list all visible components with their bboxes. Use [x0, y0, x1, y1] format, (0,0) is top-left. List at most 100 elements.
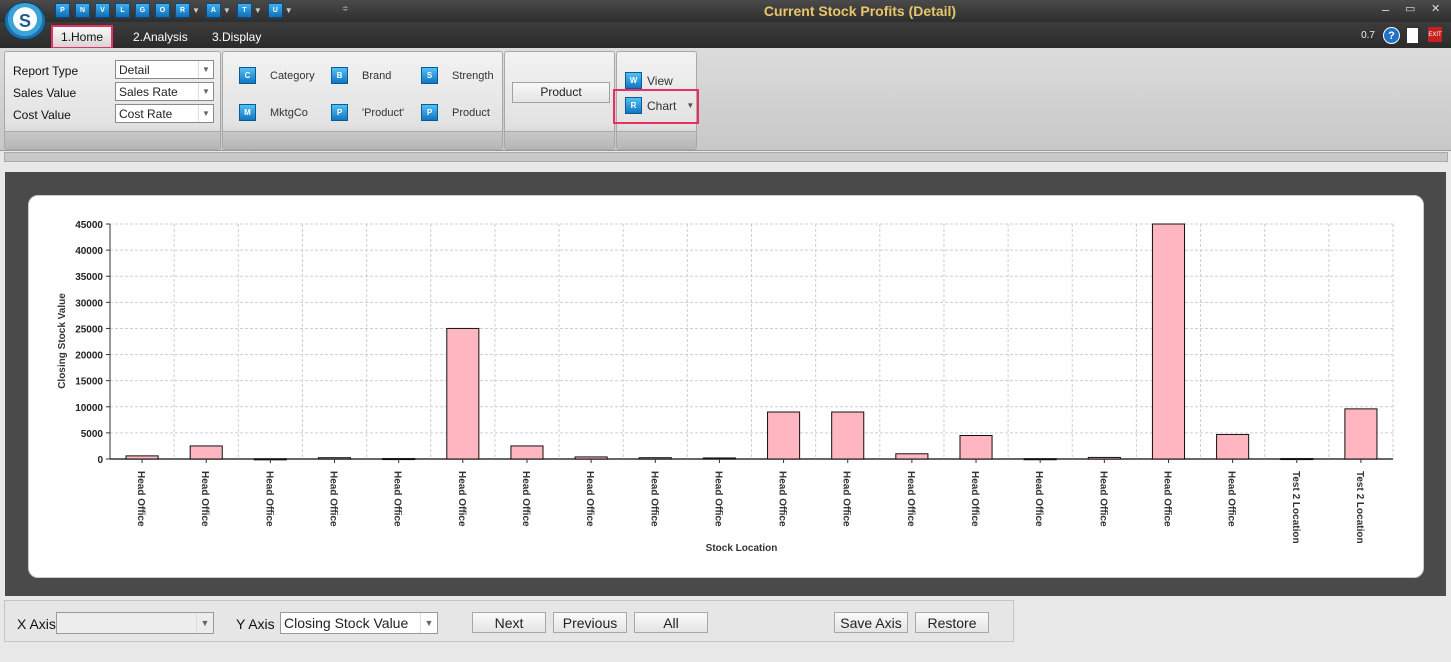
bar-chart: 0 5000 10000 15000 20000 25000 30000 35000 40000… [57, 220, 1394, 554]
product-icon: P [421, 104, 438, 121]
chart-label: Chart [647, 98, 677, 113]
report-type-select[interactable]: Detail ▼ [115, 60, 214, 79]
x-tick-label: Head Office [1097, 471, 1108, 527]
bar [189, 445, 223, 460]
x-tick-label: Head Office [328, 471, 339, 527]
bar [638, 457, 672, 460]
y-tick-label: 40000 [75, 246, 103, 257]
app-logo[interactable]: S [4, 2, 46, 40]
sales-value-value: Sales Rate [119, 85, 178, 99]
logo-letter: S [18, 10, 31, 31]
sales-value-label: Sales Value [13, 86, 77, 100]
view-button[interactable]: W View [625, 72, 673, 89]
close-button[interactable]: ✕ [1431, 2, 1440, 15]
product-group-label: Product [452, 106, 490, 119]
restore-button[interactable]: ▭ [1405, 2, 1415, 15]
chevron-down-icon: ▼ [196, 613, 213, 633]
y-tick-label: 10000 [75, 403, 103, 414]
x-tick-label: Head Office [392, 471, 403, 527]
x-tick-label: Head Office [456, 471, 467, 527]
y-axis-title: Closing Stock Value [57, 293, 68, 389]
mktgco-label: MktgCo [270, 106, 308, 119]
report-type-label: Report Type [13, 64, 79, 78]
bar [574, 456, 608, 460]
y-axis-select[interactable]: Closing Stock Value ▼ [280, 612, 438, 634]
chevron-down-icon: ▼ [198, 105, 213, 122]
x-tick-label: Head Office [199, 471, 210, 527]
grouping-group: C Category B Brand S Strength M MktgCo P 'Pro… [222, 51, 503, 150]
chevron-down-icon: ▼ [198, 61, 213, 78]
save-axis-button[interactable]: Save Axis [834, 612, 908, 633]
y-tick-label: 0 [97, 455, 103, 466]
y-tick-label: 5000 [81, 429, 104, 440]
next-button[interactable]: Next [472, 612, 546, 633]
previous-button[interactable]: Previous [553, 612, 627, 633]
y-tick-label: 45000 [75, 220, 103, 231]
tab-display[interactable]: 3.Display [204, 27, 269, 47]
view-label: View [647, 73, 673, 88]
window-title: Current Stock Profits (Detail) [763, 3, 957, 19]
x-tick-label: Head Office [1161, 471, 1172, 527]
product-quoted-button[interactable]: P 'Product' [331, 104, 404, 121]
y-tick-label: 30000 [75, 298, 103, 309]
product-group-button[interactable]: P Product [421, 104, 490, 121]
brand-button[interactable]: B Brand [331, 67, 391, 84]
y-tick-label: 15000 [75, 377, 103, 388]
report-settings-group: Report Type Detail ▼ Sales Value Sales Ra… [4, 51, 221, 150]
view-icon: W [625, 72, 642, 89]
document-icon[interactable] [1406, 27, 1419, 44]
strength-button[interactable]: S Strength [421, 67, 494, 84]
category-button[interactable]: C Category [239, 67, 315, 84]
group-footer [505, 131, 614, 149]
group-footer [223, 131, 502, 149]
product-quoted-label: 'Product' [362, 106, 405, 119]
x-tick-label: Head Office [584, 471, 595, 527]
cost-value-select[interactable]: Cost Rate ▼ [115, 104, 214, 123]
bar [317, 457, 352, 460]
sales-value-select[interactable]: Sales Rate ▼ [115, 82, 214, 101]
ribbon-tab-row: 1.Home 2.Analysis 3.Display 0.7 ? EXIT [0, 22, 1451, 49]
x-tick-label: Head Office [969, 471, 980, 527]
group-footer [617, 131, 696, 149]
chevron-down-icon: ▼ [686, 101, 695, 110]
y-axis-label: Y Axis [236, 616, 275, 632]
bar [1216, 433, 1250, 460]
axis-controls: X Axis ▼ Y Axis Closing Stock Value ▼ Nex… [4, 600, 1014, 642]
x-axis-title: Stock Location [706, 543, 778, 554]
minimize-button[interactable]: ‒ [1382, 2, 1389, 17]
chart-panel: 0 5000 10000 15000 20000 25000 30000 35000 40000… [28, 195, 1424, 578]
version-label: 0.7 [1361, 30, 1375, 41]
x-tick-label: Head Office [841, 471, 852, 527]
help-glyph: ? [1388, 29, 1395, 42]
bar [1151, 223, 1186, 460]
bar [895, 453, 929, 460]
x-tick-label: Test 2 Location [1290, 471, 1301, 544]
x-tick-label: Head Office [1033, 471, 1044, 527]
x-tick-label: Test 2 Location [1354, 471, 1365, 544]
chart-button[interactable]: R Chart ▼ [625, 97, 694, 114]
bar [959, 435, 993, 460]
y-tick-label: 35000 [75, 272, 103, 283]
all-button[interactable]: All [634, 612, 708, 633]
mktgco-icon: M [239, 104, 256, 121]
y-axis-value: Closing Stock Value [284, 615, 409, 631]
chevron-down-icon: ▼ [198, 83, 213, 100]
bar [510, 445, 544, 460]
mktgco-button[interactable]: M MktgCo [239, 104, 308, 121]
product-button[interactable]: Product [512, 82, 610, 103]
help-icon[interactable]: ? [1383, 27, 1400, 44]
tab-home[interactable]: 1.Home [51, 25, 114, 49]
view-group: W View R Chart ▼ [616, 51, 697, 150]
exit-icon[interactable]: EXIT [1428, 27, 1442, 42]
y-tick-label: 20000 [75, 351, 103, 362]
restore-axis-button[interactable]: Restore [915, 612, 989, 633]
y-tick-label: 25000 [75, 324, 103, 335]
cost-value-label: Cost Value [13, 108, 71, 122]
product-quoted-icon: P [331, 104, 348, 121]
x-tick-label: Head Office [135, 471, 146, 527]
brand-label: Brand [362, 69, 392, 82]
bar [1087, 456, 1121, 460]
exit-label: EXIT [1428, 31, 1442, 38]
tab-analysis[interactable]: 2.Analysis [125, 27, 196, 47]
x-axis-select[interactable]: ▼ [56, 612, 214, 634]
